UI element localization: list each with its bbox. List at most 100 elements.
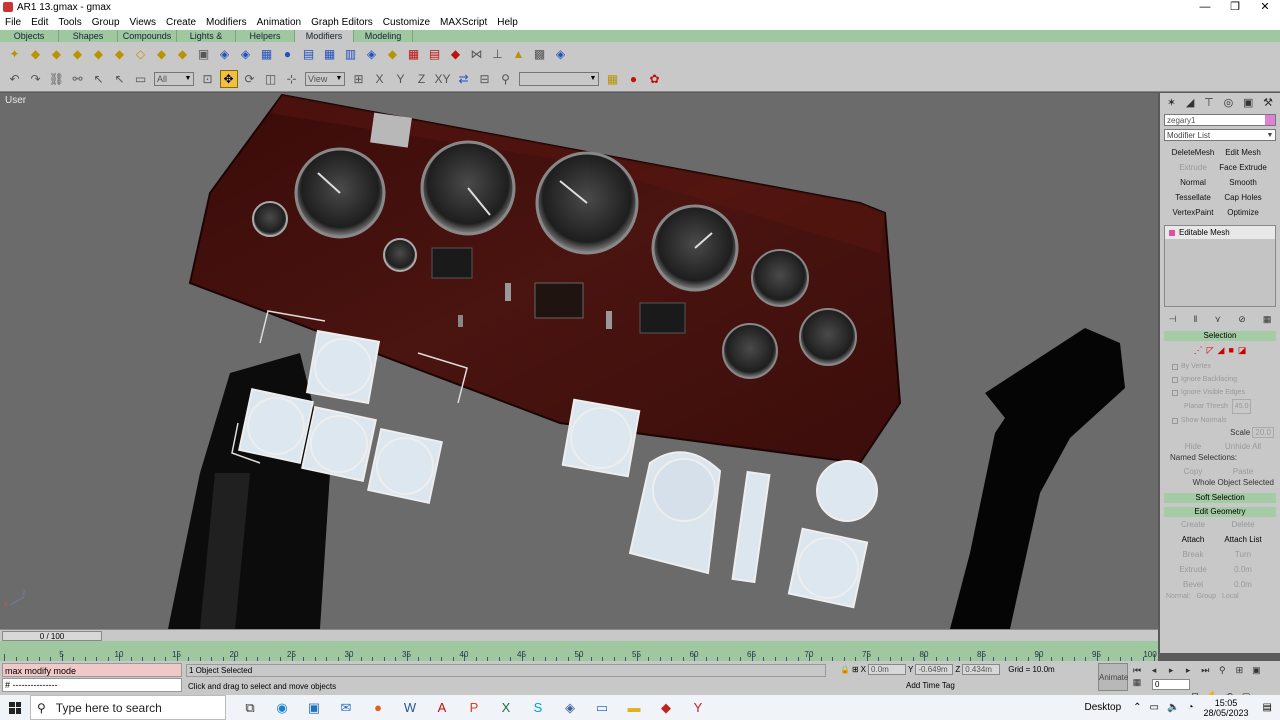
tab-objects[interactable]: Objects: [0, 30, 59, 42]
edge-icon[interactable]: ◉: [266, 700, 298, 716]
edit-geometry-rollout[interactable]: Edit Geometry: [1164, 507, 1276, 517]
pin-stack-icon[interactable]: ⊣: [1169, 314, 1177, 325]
edit-mesh-button[interactable]: Edit Mesh: [1218, 147, 1268, 159]
modifier-tool-icon[interactable]: ◈: [237, 45, 255, 63]
modifier-tool-icon[interactable]: ▥: [342, 45, 360, 63]
create-tool-icon[interactable]: ◆: [48, 45, 66, 63]
start-button[interactable]: [0, 695, 30, 720]
modifier-tool-icon[interactable]: ◈: [363, 45, 381, 63]
paste-button[interactable]: Paste: [1218, 466, 1268, 477]
menu-views[interactable]: Views: [125, 17, 162, 28]
app-icon[interactable]: ◆: [650, 700, 682, 716]
create-tool-icon[interactable]: ◆: [90, 45, 108, 63]
modifier-tool-icon[interactable]: ▣: [195, 45, 213, 63]
face-extrude-button[interactable]: Face Extrude: [1218, 162, 1268, 174]
app-icon[interactable]: ◈: [554, 700, 586, 716]
make-unique-icon[interactable]: ⋎: [1214, 314, 1221, 325]
tessellate-button[interactable]: Tessellate: [1168, 192, 1218, 204]
modifier-tool-icon[interactable]: ◆: [447, 45, 465, 63]
material-editor-icon[interactable]: ●: [625, 70, 643, 88]
move-icon[interactable]: ✥: [219, 69, 238, 88]
play-icon[interactable]: ▸: [1164, 665, 1178, 676]
select-by-name-icon[interactable]: ↖: [111, 70, 129, 88]
menu-help[interactable]: Help: [492, 17, 523, 28]
snap-icon[interactable]: ⚲: [497, 70, 515, 88]
select-icon[interactable]: ↖: [90, 70, 108, 88]
attach-list-button[interactable]: Attach List: [1218, 534, 1268, 545]
network-icon[interactable]: ▭: [1150, 702, 1159, 713]
time-slider[interactable]: 0 / 100: [2, 631, 102, 641]
object-color-swatch[interactable]: [1265, 115, 1275, 125]
taskbar-search[interactable]: ⚲ Type here to search: [30, 695, 226, 720]
deletemesh-button[interactable]: DeleteMesh: [1168, 147, 1218, 159]
menu-file[interactable]: File: [0, 17, 26, 28]
restrict-x-icon[interactable]: X: [371, 70, 389, 88]
firefox-icon[interactable]: ●: [362, 700, 394, 715]
align-icon[interactable]: ⊟: [476, 70, 494, 88]
mirror-icon[interactable]: ⇄: [455, 70, 473, 88]
motion-panel-icon[interactable]: ◎: [1224, 96, 1234, 109]
menu-group[interactable]: Group: [87, 17, 125, 28]
wifi-icon[interactable]: ◔: [1187, 702, 1193, 713]
next-frame-icon[interactable]: ▸: [1181, 665, 1195, 676]
go-to-end-icon[interactable]: ⏭: [1198, 665, 1212, 676]
notifications-icon[interactable]: ▤: [1263, 702, 1272, 713]
animate-button[interactable]: Animate: [1098, 663, 1128, 691]
modifier-tool-icon[interactable]: ▦: [321, 45, 339, 63]
ignore-visible-edges-checkbox[interactable]: Ignore Visible Edges: [1172, 386, 1280, 399]
object-name-field[interactable]: zegary1: [1164, 114, 1276, 126]
cap-holes-button[interactable]: Cap Holes: [1218, 192, 1268, 204]
utilities-panel-icon[interactable]: ⚒: [1263, 96, 1273, 109]
lock-selection-icon[interactable]: 🔒: [840, 665, 850, 674]
volume-icon[interactable]: 🔈: [1167, 702, 1179, 713]
face-mode-icon[interactable]: ◢: [1218, 345, 1225, 356]
use-center-icon[interactable]: ⊞: [350, 70, 368, 88]
tab-shapes[interactable]: Shapes: [59, 30, 118, 42]
zoom-extents-icon[interactable]: ▣: [1249, 665, 1263, 676]
maxscript-input[interactable]: # ---------------: [2, 678, 182, 692]
vertex-mode-icon[interactable]: ⋰: [1194, 345, 1203, 356]
menu-animation[interactable]: Animation: [252, 17, 306, 28]
extrude-amount-field[interactable]: 0.0m: [1218, 564, 1268, 575]
app-icon[interactable]: ▭: [586, 700, 618, 716]
unhide-all-button[interactable]: Unhide All: [1218, 441, 1268, 452]
minimize-button[interactable]: —: [1190, 0, 1220, 14]
menu-graph-editors[interactable]: Graph Editors: [306, 17, 378, 28]
menu-customize[interactable]: Customize: [378, 17, 435, 28]
menu-create[interactable]: Create: [161, 17, 201, 28]
maxscript-output[interactable]: max modify mode: [2, 663, 182, 677]
track-view-icon[interactable]: ▦: [604, 70, 622, 88]
scale-field[interactable]: 20.0: [1252, 427, 1274, 438]
menu-tools[interactable]: Tools: [53, 17, 86, 28]
modifier-list-dropdown[interactable]: Modifier List ▼: [1164, 129, 1276, 141]
soft-selection-rollout[interactable]: Soft Selection: [1164, 493, 1276, 503]
clock[interactable]: 15:05 28/05/2023: [1204, 698, 1249, 718]
zoom-all-icon[interactable]: ⊞: [1232, 665, 1246, 676]
polygon-mode-icon[interactable]: ■: [1228, 345, 1233, 356]
store-icon[interactable]: ▣: [298, 700, 330, 716]
extrude-geo-button[interactable]: Extrude: [1168, 564, 1218, 575]
undo-icon[interactable]: ↶: [6, 70, 24, 88]
show-end-result-icon[interactable]: ‖: [1194, 314, 1198, 324]
bevel-amount-field[interactable]: 0.0m: [1218, 579, 1268, 590]
restrict-y-icon[interactable]: Y: [392, 70, 410, 88]
create-tool-icon[interactable]: ◆: [153, 45, 171, 63]
menu-modifiers[interactable]: Modifiers: [201, 17, 252, 28]
edge-mode-icon[interactable]: ◸: [1207, 345, 1214, 356]
planar-thresh-field[interactable]: 45.0: [1231, 399, 1252, 414]
show-normals-checkbox[interactable]: Show Normals: [1172, 414, 1280, 427]
checker-icon[interactable]: ▩: [531, 45, 549, 63]
acrobat-icon[interactable]: A: [426, 700, 458, 715]
create-tool-icon[interactable]: ◆: [69, 45, 87, 63]
display-panel-icon[interactable]: ▣: [1243, 96, 1253, 109]
show-hidden-icons-icon[interactable]: ⌃: [1133, 702, 1141, 713]
modify-panel-icon[interactable]: ◢: [1186, 96, 1194, 109]
create-tool-icon[interactable]: ◇: [132, 45, 150, 63]
select-region-icon[interactable]: ⊡: [199, 70, 217, 88]
close-button[interactable]: ✕: [1250, 0, 1280, 14]
create-tool-icon[interactable]: ◆: [174, 45, 192, 63]
break-button[interactable]: Break: [1168, 549, 1218, 560]
vertexpaint-button[interactable]: VertexPaint: [1168, 207, 1218, 219]
tab-modifiers[interactable]: Modifiers: [295, 30, 354, 42]
by-vertex-checkbox[interactable]: By Vertex: [1172, 360, 1280, 373]
